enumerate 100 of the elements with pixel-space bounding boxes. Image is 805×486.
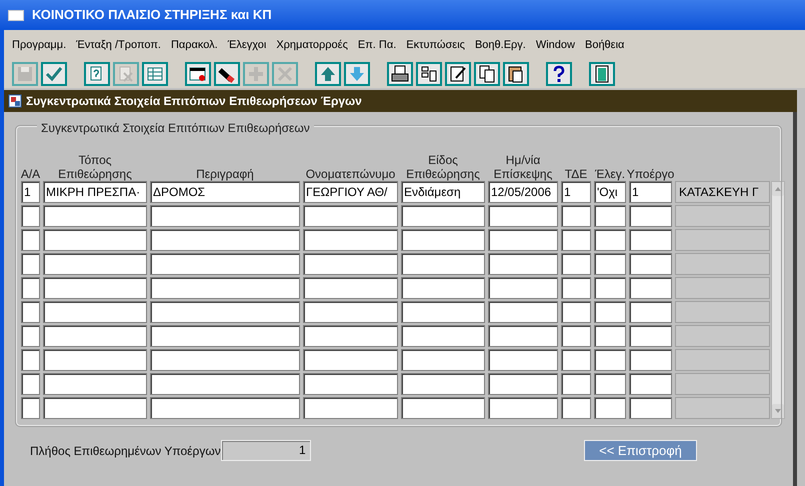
input-field[interactable] [150, 373, 300, 395]
toolbar-button[interactable] [546, 62, 572, 86]
input-field[interactable] [303, 229, 398, 251]
menu-item[interactable]: Βοήθεια [584, 36, 624, 54]
table-cell[interactable]: 'Οχι [594, 181, 626, 203]
toolbar-button[interactable] [387, 62, 413, 86]
input-field[interactable] [594, 325, 626, 347]
input-field[interactable] [43, 373, 147, 395]
input-field[interactable] [150, 349, 300, 371]
input-field[interactable] [43, 277, 147, 299]
input-field[interactable] [21, 229, 40, 251]
input-field[interactable] [303, 397, 398, 419]
toolbar-button[interactable] [503, 62, 529, 86]
toolbar-button[interactable] [416, 62, 442, 86]
input-field[interactable] [303, 277, 398, 299]
input-field[interactable] [401, 349, 485, 371]
input-field[interactable] [629, 229, 672, 251]
input-field[interactable] [561, 229, 591, 251]
input-field[interactable] [43, 301, 147, 323]
input-field[interactable] [401, 373, 485, 395]
input-field[interactable] [488, 325, 558, 347]
input-field[interactable] [561, 301, 591, 323]
input-field[interactable] [561, 349, 591, 371]
input-field[interactable] [21, 349, 40, 371]
input-field[interactable] [594, 349, 626, 371]
input-field[interactable] [401, 397, 485, 419]
input-field[interactable] [488, 229, 558, 251]
input-field[interactable] [401, 277, 485, 299]
input-field[interactable] [21, 373, 40, 395]
table-cell[interactable]: ΜΙΚΡΗ ΠΡΕΣΠΑ· [43, 181, 147, 203]
input-field[interactable] [43, 253, 147, 275]
input-field[interactable] [629, 277, 672, 299]
input-field[interactable] [43, 205, 147, 227]
input-field[interactable] [150, 277, 300, 299]
input-field[interactable] [401, 325, 485, 347]
input-field[interactable] [21, 277, 40, 299]
input-field[interactable] [594, 205, 626, 227]
input-field[interactable] [21, 397, 40, 419]
input-field[interactable] [594, 229, 626, 251]
input-field[interactable] [150, 325, 300, 347]
input-field[interactable] [561, 205, 591, 227]
input-field[interactable] [629, 349, 672, 371]
input-field[interactable] [401, 229, 485, 251]
input-field[interactable] [401, 253, 485, 275]
menu-item[interactable]: Βοηθ.Εργ. [474, 36, 526, 54]
input-field[interactable] [303, 205, 398, 227]
input-field[interactable] [561, 325, 591, 347]
input-field[interactable] [43, 229, 147, 251]
input-field[interactable] [488, 253, 558, 275]
table-cell[interactable]: Ενδιάμεση [401, 181, 485, 203]
menu-item[interactable]: Ένταξη /Τροποπ. [76, 36, 161, 54]
input-field[interactable] [303, 349, 398, 371]
input-field[interactable] [488, 205, 558, 227]
input-field[interactable] [629, 205, 672, 227]
input-field[interactable] [150, 205, 300, 227]
toolbar-button[interactable] [474, 62, 500, 86]
menu-item[interactable]: Χρηματορροές [276, 36, 348, 54]
input-field[interactable] [150, 229, 300, 251]
input-field[interactable] [43, 397, 147, 419]
menu-item[interactable]: Εκτυπώσεις [406, 36, 465, 54]
table-cell[interactable]: ΔΡΟΜΟΣ [150, 181, 300, 203]
input-field[interactable] [561, 397, 591, 419]
toolbar-button[interactable] [589, 62, 615, 86]
table-cell[interactable]: 12/05/2006 [488, 181, 558, 203]
input-field[interactable] [629, 253, 672, 275]
input-field[interactable] [561, 277, 591, 299]
menu-item[interactable]: Επ. Πα. [358, 36, 396, 54]
input-field[interactable] [43, 349, 147, 371]
input-field[interactable] [594, 373, 626, 395]
input-field[interactable] [488, 277, 558, 299]
input-field[interactable] [629, 397, 672, 419]
input-field[interactable] [150, 397, 300, 419]
table-cell[interactable]: 1 [21, 181, 40, 203]
input-field[interactable] [21, 205, 40, 227]
input-field[interactable] [629, 373, 672, 395]
input-field[interactable] [561, 373, 591, 395]
input-field[interactable] [303, 373, 398, 395]
input-field[interactable] [594, 301, 626, 323]
input-field[interactable] [488, 301, 558, 323]
input-field[interactable] [303, 301, 398, 323]
input-field[interactable] [594, 277, 626, 299]
menu-item[interactable]: Έλεγχοι [228, 36, 266, 54]
toolbar-button[interactable] [214, 62, 240, 86]
input-field[interactable] [561, 253, 591, 275]
input-field[interactable] [303, 325, 398, 347]
table-cell[interactable]: ΓΕΩΡΓΙΟΥ ΑΘ/ [303, 181, 398, 203]
menu-item[interactable]: Παρακολ. [170, 36, 218, 54]
input-field[interactable] [488, 373, 558, 395]
table-cell[interactable]: 1 [561, 181, 591, 203]
input-field[interactable] [594, 397, 626, 419]
input-field[interactable] [488, 397, 558, 419]
input-field[interactable] [629, 325, 672, 347]
input-field[interactable] [629, 301, 672, 323]
table-cell[interactable]: 1 [629, 181, 672, 203]
input-field[interactable] [21, 301, 40, 323]
input-field[interactable] [401, 301, 485, 323]
input-field[interactable] [401, 205, 485, 227]
input-field[interactable] [488, 349, 558, 371]
input-field[interactable] [150, 301, 300, 323]
menu-item[interactable]: Window [536, 36, 575, 54]
